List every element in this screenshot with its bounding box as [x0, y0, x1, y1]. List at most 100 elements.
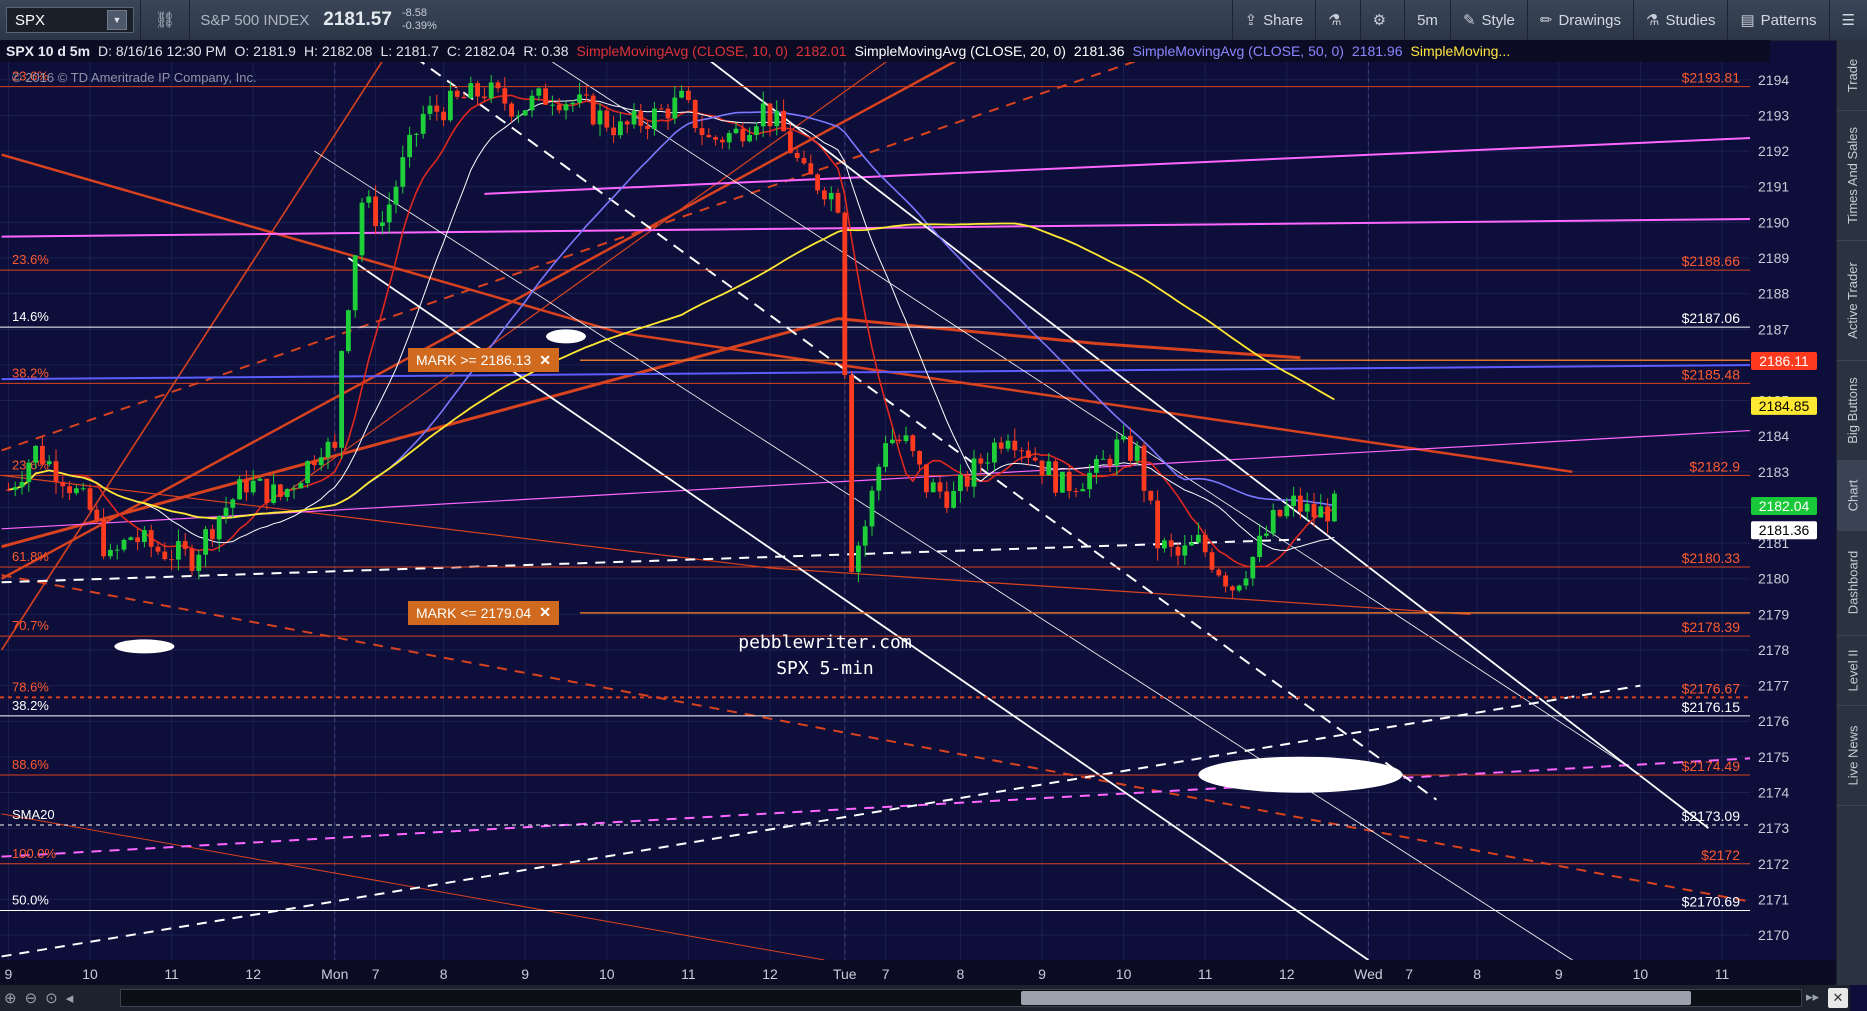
- top-toolbar: SPX ▼ ⛓ S&P 500 INDEX 2181.57 -8.58 -0.3…: [0, 0, 1867, 41]
- symbol-selector[interactable]: SPX ▼: [6, 7, 134, 33]
- patterns-button[interactable]: ▤ Patterns: [1727, 0, 1828, 40]
- candle-body: [842, 212, 848, 376]
- alert-mark-lower[interactable]: MARK <= 2179.04 ✕: [408, 600, 559, 625]
- scroll-left-icon[interactable]: ◂: [66, 989, 74, 1007]
- candle-body: [985, 462, 990, 464]
- close-icon[interactable]: ✕: [539, 352, 551, 369]
- candle-body: [461, 96, 467, 99]
- 5m-button[interactable]: 5m: [1404, 0, 1450, 40]
- link-icon[interactable]: ⛓: [155, 10, 175, 30]
- time-tick-label: 8: [440, 966, 448, 982]
- price-level-label: $2173.09: [1682, 808, 1741, 824]
- candle-body: [774, 110, 780, 127]
- bar-high: H: 2182.08: [303, 43, 373, 59]
- style-button[interactable]: ✎ Style: [1449, 0, 1527, 40]
- studies-button[interactable]: ⚗ Studies: [1632, 0, 1728, 40]
- zoom-in-icon[interactable]: ⊕: [4, 989, 17, 1007]
- share-button[interactable]: ⇪ Share: [1231, 0, 1316, 40]
- candle-body: [454, 90, 460, 97]
- candle-body: [1073, 490, 1079, 492]
- candle-body: [366, 196, 372, 203]
- candle-body: [522, 110, 528, 116]
- price-chart[interactable]: $2193.81 $2188.66 $2187.06 $2185.48 $2182.9 $…: [0, 62, 1836, 985]
- close-icon[interactable]: ✕: [1828, 988, 1848, 1008]
- sidebar-tab-times-and-sales[interactable]: Times And Sales: [1837, 110, 1867, 241]
- toolbar-button-label: 5m: [1417, 11, 1438, 29]
- sidebar-tab-label: Big Buttons: [1845, 376, 1860, 444]
- candle-body: [482, 96, 487, 99]
- fib-level-label: 100.0%: [12, 846, 57, 861]
- candle-body: [1066, 471, 1072, 491]
- sidebar-tab-active-trader[interactable]: Active Trader: [1837, 240, 1867, 361]
- scrollbar-track[interactable]: [120, 989, 1802, 1007]
- candle-body: [638, 110, 644, 126]
- sidebar-tab-live-news[interactable]: Live News: [1837, 705, 1867, 806]
- bar-close: C: 2182.04: [446, 43, 516, 59]
- target-zone-marker: [1198, 756, 1403, 793]
- candle-body: [849, 375, 854, 572]
- gear-button[interactable]: ⚙: [1359, 0, 1404, 40]
- flask-button[interactable]: ⚗: [1315, 0, 1359, 40]
- candle-body: [1189, 542, 1194, 546]
- candle-body: [182, 541, 188, 549]
- zoom-out-icon[interactable]: ⊖: [25, 989, 38, 1007]
- close-icon[interactable]: ✕: [539, 604, 551, 621]
- candle-body: [1291, 495, 1296, 506]
- chevron-down-icon[interactable]: ▼: [107, 10, 127, 30]
- chart-title: SPX 10 d 5m: [6, 43, 91, 59]
- candle-body: [176, 541, 181, 560]
- sidebar-tab-trade[interactable]: Trade: [1837, 40, 1867, 111]
- candle-body: [590, 95, 596, 125]
- candle-body: [1114, 439, 1120, 466]
- price-level-label: $2176.67: [1682, 680, 1741, 696]
- zoom-reset-icon[interactable]: ⊙: [45, 989, 58, 1007]
- price-tick-label: 2194: [1758, 72, 1789, 88]
- time-tick-label: 11: [1715, 966, 1730, 982]
- candle-body: [400, 157, 406, 187]
- sma20-label[interactable]: SimpleMovingAvg (CLOSE, 20, 0): [855, 43, 1066, 59]
- candle-body: [1332, 493, 1337, 522]
- sma-more-label[interactable]: SimpleMoving...: [1411, 43, 1511, 59]
- candle-body: [33, 445, 38, 463]
- candle-body: [271, 484, 276, 503]
- price-tick-label: 2183: [1758, 464, 1789, 480]
- drawings-button[interactable]: ✏ Drawings: [1526, 0, 1633, 40]
- candle-body: [971, 458, 977, 487]
- price-level-label: $2170.69: [1682, 893, 1741, 909]
- candle-body: [944, 491, 950, 508]
- menu-icon[interactable]: ☰: [1828, 0, 1867, 40]
- sidebar-tab-chart[interactable]: Chart: [1837, 460, 1867, 531]
- candle-body: [305, 461, 310, 484]
- highlight-marker: [114, 639, 175, 654]
- candle-body: [434, 105, 440, 112]
- sidebar-tab-dashboard[interactable]: Dashboard: [1837, 530, 1867, 636]
- sma50-label[interactable]: SimpleMovingAvg (CLOSE, 50, 0): [1133, 43, 1344, 59]
- sma10-label[interactable]: SimpleMovingAvg (CLOSE, 10, 0): [577, 43, 788, 59]
- sidebar-tab-big-buttons[interactable]: Big Buttons: [1837, 360, 1867, 461]
- candle-body: [754, 126, 759, 135]
- chart-scrollbar[interactable]: ⊕ ⊖ ⊙ ◂ ▸▸ ✕: [0, 985, 1850, 1011]
- candle-body: [74, 488, 79, 494]
- toolbar-button-label: Share: [1263, 11, 1304, 29]
- sidebar-tab-level-ii[interactable]: Level II: [1837, 635, 1867, 706]
- time-tick-label: 10: [1633, 966, 1649, 982]
- time-tick-label: 9: [1555, 966, 1563, 982]
- candle-body: [359, 202, 365, 256]
- candle-body: [1032, 457, 1038, 461]
- candle-body: [6, 489, 11, 491]
- price-tick-label: 2171: [1758, 891, 1789, 907]
- scrollbar-thumb[interactable]: [1021, 991, 1691, 1005]
- alert-mark-upper[interactable]: MARK >= 2186.13 ✕: [408, 348, 559, 373]
- gear-icon: ⚙: [1372, 12, 1387, 29]
- candle-body: [686, 90, 691, 100]
- scroll-right-icon[interactable]: ▸▸: [1806, 989, 1824, 1007]
- bar-open: O: 2181.9: [234, 43, 296, 59]
- candle-body: [108, 549, 113, 557]
- candle-body: [26, 462, 32, 483]
- candle-body: [726, 133, 732, 143]
- fib-level-label: 50.0%: [12, 892, 49, 907]
- candle-body: [284, 489, 290, 497]
- time-tick-label: Wed: [1354, 966, 1383, 982]
- price-tick-label: 2180: [1758, 571, 1789, 587]
- time-tick-label: Mon: [321, 966, 348, 982]
